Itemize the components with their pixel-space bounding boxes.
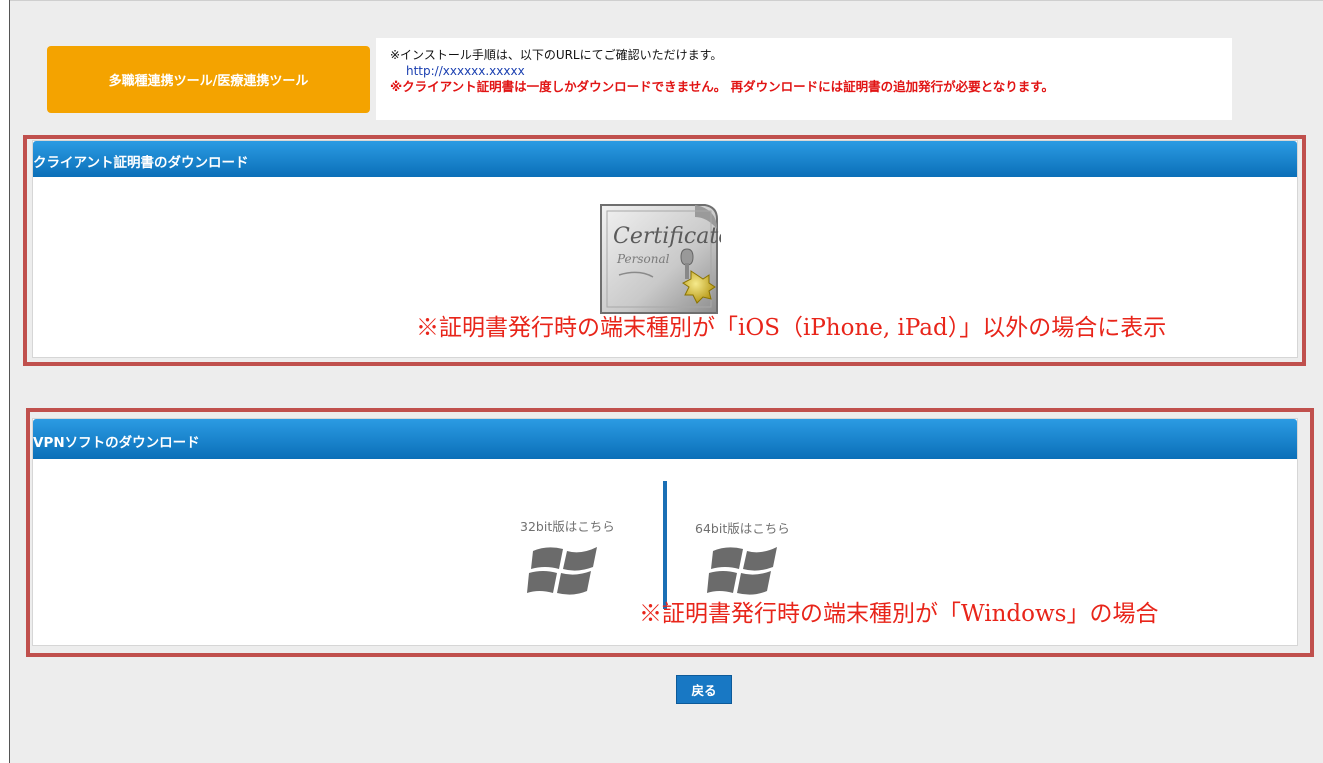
download-warning-text: ※クライアント証明書は一度しかダウンロードできません。 再ダウンロードには証明書… [390, 79, 1055, 94]
install-url-link[interactable]: http://xxxxxx.xxxxx [406, 64, 1232, 78]
window-top-edge [0, 0, 1323, 1]
install-notice: ※インストール手順は、以下のURLにてご確認いただけます。 http://xxx… [376, 38, 1232, 120]
tool-badge-label: 多職種連携ツール/医療連携ツール [108, 74, 309, 89]
back-button[interactable]: 戻る [676, 675, 732, 704]
window-left-edge [0, 0, 10, 763]
install-instructions-text: ※インストール手順は、以下のURLにてご確認いただけます。 [390, 48, 723, 62]
certificate-highlight-box [23, 135, 1306, 366]
back-button-label[interactable]: 戻る [691, 680, 716, 699]
vpn-highlight-box [26, 408, 1314, 657]
tool-badge: 多職種連携ツール/医療連携ツール [47, 46, 370, 113]
